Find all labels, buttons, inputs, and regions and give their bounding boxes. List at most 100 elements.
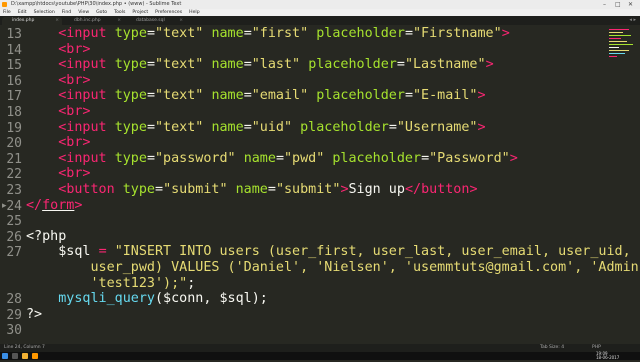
code-token: "last": [252, 57, 300, 72]
sublime-taskbar-icon[interactable]: [32, 353, 38, 359]
code-token: placeholder: [308, 57, 397, 72]
close-tab-icon[interactable]: ×: [55, 17, 59, 25]
tab-size[interactable]: Tab Size: 4: [540, 344, 564, 352]
code-token: =: [397, 57, 405, 72]
code-token: <input: [58, 26, 106, 41]
code-token: [115, 182, 123, 197]
clock-date[interactable]: 18-06-2017: [596, 354, 619, 362]
start-icon[interactable]: [2, 353, 8, 359]
code-token: <input: [58, 57, 106, 72]
status-bar: Line 24, Column 7 Tab Size: 4 PHP: [0, 344, 640, 352]
menu-view[interactable]: View: [78, 10, 89, 15]
code-line[interactable]: <?php: [26, 229, 66, 244]
code-token: button: [421, 182, 469, 197]
code-token: [26, 135, 58, 150]
code-token: <br>: [58, 135, 90, 150]
code-line[interactable]: </form>: [26, 198, 82, 213]
close-tab-icon[interactable]: ×: [179, 17, 183, 25]
code-line[interactable]: <input type="password" name="pwd" placeh…: [26, 151, 518, 166]
line-number: 25: [0, 214, 22, 229]
menu-file[interactable]: File: [3, 10, 11, 15]
code-line[interactable]: <br>: [26, 73, 91, 88]
code-line[interactable]: $sql = "INSERT INTO users (user_first, u…: [26, 244, 631, 259]
menu-preferences[interactable]: Preferences: [155, 10, 182, 15]
code-token: [26, 104, 58, 119]
minimap[interactable]: [607, 27, 637, 67]
close-tab-icon[interactable]: ×: [117, 17, 121, 25]
code-token: "INSERT INTO users (user_first, user_las…: [115, 244, 631, 259]
code-line[interactable]: user_pwd) VALUES ('Daniel', 'Nielsen', '…: [26, 260, 640, 275]
code-token: [236, 151, 244, 166]
close-button[interactable]: ✕: [628, 0, 633, 9]
windows-taskbar: 19:09 18-06-2017: [0, 352, 640, 360]
code-editor[interactable]: 13 <input type="text" name="first" place…: [0, 25, 640, 344]
menu-project[interactable]: Project: [132, 10, 148, 15]
code-line[interactable]: <input type="text" name="uid" placeholde…: [26, 120, 486, 135]
code-line[interactable]: ?>: [26, 307, 42, 322]
code-token: <br>: [58, 104, 90, 119]
tab-label: database.sql: [136, 18, 165, 23]
code-token: [26, 291, 58, 306]
line-number: 17: [0, 89, 22, 104]
tab-database-sql[interactable]: database.sql ×: [126, 17, 186, 25]
code-line[interactable]: <input type="text" name="email" placehol…: [26, 88, 486, 103]
code-token: =: [244, 120, 252, 135]
line-number: 26: [0, 230, 22, 245]
code-line[interactable]: <button type="submit" name="submit">Sign…: [26, 182, 478, 197]
code-token: =: [244, 88, 252, 103]
code-line[interactable]: mysqli_query($conn, $sql);: [26, 291, 268, 306]
code-token: placeholder: [300, 120, 389, 135]
tab-scroll-arrows-icon[interactable]: ◂ ▸: [629, 17, 636, 23]
menu-selection[interactable]: Selection: [34, 10, 55, 15]
code-token: [26, 73, 58, 88]
code-line[interactable]: <input type="text" name="first" placehol…: [26, 26, 510, 41]
tab-dbh-inc-php[interactable]: dbh.inc.php ×: [64, 17, 124, 25]
code-token: =: [147, 26, 155, 41]
code-line[interactable]: 'test123');";: [26, 276, 195, 291]
code-token: >: [340, 182, 348, 197]
menu-goto[interactable]: Goto: [96, 10, 107, 15]
code-token: "Username": [397, 120, 478, 135]
code-line[interactable]: <br>: [26, 166, 91, 181]
menu-tools[interactable]: Tools: [114, 10, 125, 15]
file-explorer-icon[interactable]: [22, 353, 28, 359]
code-token: =: [244, 26, 252, 41]
code-token: =: [147, 57, 155, 72]
code-line[interactable]: <br>: [26, 42, 91, 57]
code-token: [107, 244, 115, 259]
code-token: "uid": [252, 120, 292, 135]
line-number: 13: [0, 27, 22, 42]
code-line[interactable]: <br>: [26, 104, 91, 119]
minimize-button[interactable]: –: [603, 0, 606, 9]
code-token: >: [478, 88, 486, 103]
code-token: <input: [58, 120, 106, 135]
code-token: ($conn, $sql);: [155, 291, 268, 306]
tab-index-php[interactable]: index.php ×: [2, 17, 62, 25]
code-token: [26, 88, 58, 103]
code-token: <br>: [58, 73, 90, 88]
code-token: ?>: [26, 307, 42, 322]
code-token: [300, 57, 308, 72]
code-token: type: [123, 182, 155, 197]
code-line[interactable]: <br>: [26, 135, 91, 150]
search-icon[interactable]: [12, 353, 18, 359]
fold-arrow-icon[interactable]: ▸: [2, 201, 7, 211]
code-line[interactable]: <input type="text" name="last" placehold…: [26, 57, 494, 72]
code-token: [107, 88, 115, 103]
code-token: "submit": [163, 182, 228, 197]
code-token: =: [389, 120, 397, 135]
code-token: "email": [252, 88, 308, 103]
code-token: [26, 151, 58, 166]
menu-edit[interactable]: Edit: [18, 10, 27, 15]
window-title: D:\xampp\htdocs\youtube\PHP\30\index.php…: [11, 0, 181, 9]
maximize-button[interactable]: □: [615, 0, 621, 9]
code-token: "text": [155, 26, 203, 41]
code-token: [26, 276, 91, 291]
code-token: >: [486, 57, 494, 72]
menu-find[interactable]: Find: [62, 10, 71, 15]
code-token: =: [268, 182, 276, 197]
code-token: [228, 182, 236, 197]
code-token: [26, 26, 58, 41]
menu-help[interactable]: Help: [189, 10, 199, 15]
code-token: <?php: [26, 229, 66, 244]
